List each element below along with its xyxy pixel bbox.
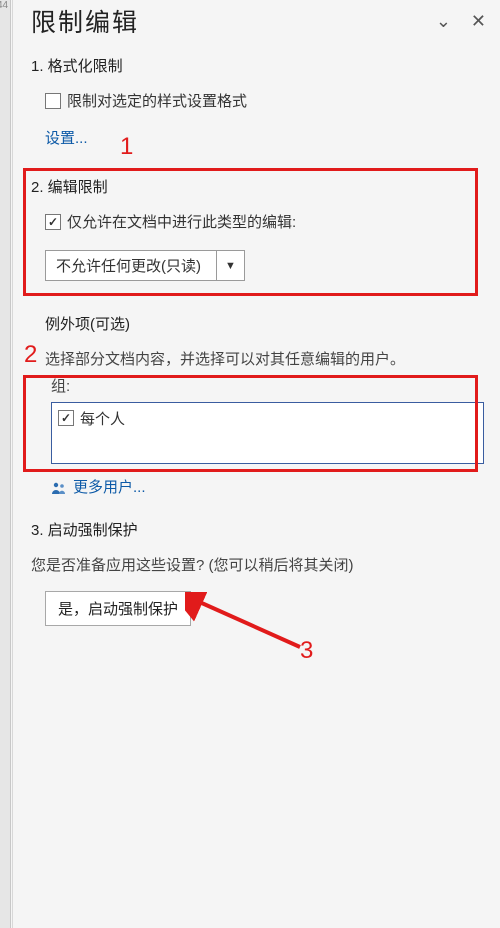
ruler-number: 44 (0, 0, 8, 11)
edit-restrict-checkbox[interactable] (45, 214, 61, 230)
exceptions-heading: 例外项(可选) (45, 313, 496, 334)
format-restrict-label: 限制对选定的样式设置格式 (67, 90, 247, 111)
everyone-checkbox[interactable] (58, 410, 74, 426)
section1-heading: 1. 格式化限制 (31, 55, 496, 76)
settings-link[interactable]: 设置... (45, 127, 88, 148)
group-label: 组: (51, 375, 496, 396)
start-enforcement-button[interactable]: 是，启动强制保护 (45, 591, 191, 626)
restrict-editing-panel: 限制编辑 ⌄ ✕ 1. 格式化限制 限制对选定的样式设置格式 设置... 2. … (12, 0, 500, 928)
collapse-icon[interactable]: ⌄ (436, 11, 451, 32)
edit-type-dropdown[interactable]: 不允许任何更改(只读) ▼ (45, 250, 245, 281)
dropdown-selected: 不允许任何更改(只读) (46, 251, 216, 280)
format-restrict-checkbox[interactable] (45, 93, 61, 109)
panel-title: 限制编辑 (31, 3, 139, 39)
confirm-text: 您是否准备应用这些设置? (您可以稍后将其关闭) (31, 554, 496, 575)
group-listbox[interactable]: 每个人 (51, 402, 484, 464)
more-users-link[interactable]: 更多用户... (73, 476, 146, 497)
edit-restrict-label: 仅允许在文档中进行此类型的编辑: (67, 211, 296, 232)
people-icon (51, 481, 67, 493)
exceptions-description: 选择部分文档内容，并选择可以对其任意编辑的用户。 (45, 348, 496, 369)
chevron-down-icon: ▼ (216, 251, 244, 280)
section3-heading: 3. 启动强制保护 (31, 519, 496, 540)
section2-heading: 2. 编辑限制 (31, 176, 496, 197)
close-icon[interactable]: ✕ (471, 11, 486, 32)
everyone-label: 每个人 (80, 408, 125, 429)
